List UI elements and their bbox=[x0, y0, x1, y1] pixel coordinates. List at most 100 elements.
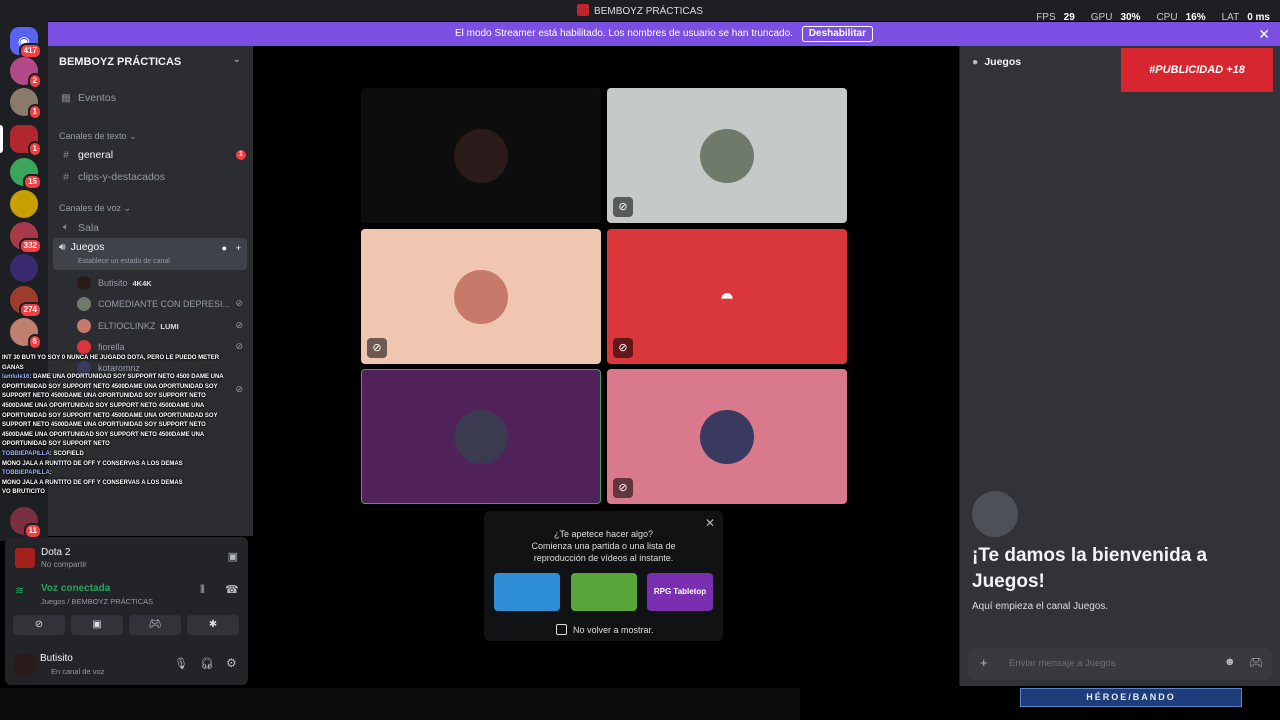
home-icon[interactable]: ◉ 417 bbox=[10, 27, 42, 59]
avatar bbox=[700, 128, 754, 183]
avatar bbox=[77, 276, 91, 290]
server-icon[interactable]: 274 bbox=[10, 286, 42, 318]
avatar bbox=[454, 128, 508, 183]
activity-card[interactable]: RPG Tabletop bbox=[647, 573, 713, 611]
close-icon[interactable]: ✕ bbox=[1258, 22, 1270, 46]
welcome-subtitle: Aquí empieza el canal Juegos. bbox=[972, 601, 1109, 612]
camera-off-button[interactable]: ⊘ bbox=[13, 615, 65, 635]
chat-bubble-icon bbox=[972, 491, 1018, 537]
channel-chat-panel: ● Juegos ¡Te damos la bienvenida a Juegos… bbox=[959, 46, 1280, 686]
events-item[interactable]: ▦ Eventos bbox=[59, 92, 116, 104]
stream-chat-overlay: INT 30 BUTI YO SOY 0 NUNCA HE JUGADO DOT… bbox=[2, 354, 232, 498]
channel-general[interactable]: # general bbox=[59, 149, 113, 161]
avatar bbox=[77, 340, 91, 354]
activity-card[interactable] bbox=[494, 573, 560, 611]
activity-card[interactable] bbox=[571, 573, 637, 611]
mic-muted-icon: ⊘ bbox=[367, 338, 387, 358]
mic-muted-icon: ⊘ bbox=[235, 384, 243, 394]
voice-channel-sala[interactable]: 🔈︎ Sala bbox=[59, 221, 99, 234]
participant-tile-speaking[interactable] bbox=[361, 369, 601, 504]
chat-bubble-icon: ● bbox=[972, 56, 979, 68]
chat-icon[interactable]: ● bbox=[222, 243, 227, 253]
speaker-icon: 🔈︎ bbox=[62, 221, 70, 233]
add-member-icon[interactable]: + bbox=[236, 243, 241, 253]
activities-button[interactable]: 🎮︎ bbox=[129, 615, 181, 635]
participant-tile[interactable]: ⊘ bbox=[361, 229, 601, 364]
mic-muted-icon: ⊘ bbox=[613, 338, 633, 358]
voice-member[interactable]: COMEDIANTE CON DEPRESI... bbox=[77, 296, 230, 312]
channel-status[interactable]: Establece un estado de canal bbox=[78, 258, 170, 265]
settings-gear-icon[interactable]: ⚙ bbox=[226, 656, 237, 670]
mic-muted-icon: ⊘ bbox=[235, 320, 243, 330]
chat-header: ● Juegos bbox=[972, 56, 1022, 68]
participant-tile[interactable] bbox=[361, 88, 601, 223]
noise-suppression-icon[interactable]: ⦀ bbox=[200, 584, 205, 597]
publicidad-badge: #PUBLICIDAD +18 bbox=[1121, 48, 1273, 92]
user-area[interactable]: Butisito En canal de voz 🎙︎ 🎧︎ ⚙ bbox=[13, 651, 243, 679]
checkbox[interactable] bbox=[556, 624, 567, 635]
server-icon[interactable]: 332 bbox=[10, 222, 42, 254]
voice-category[interactable]: Canales de voz ⌄ bbox=[59, 203, 131, 214]
dont-show-again[interactable]: No volver a mostrar. bbox=[556, 624, 654, 635]
mic-muted-icon: ⊘ bbox=[613, 197, 633, 217]
selected-server-pill bbox=[0, 125, 3, 153]
server-icon[interactable] bbox=[10, 190, 38, 218]
avatar bbox=[454, 269, 508, 324]
disable-streamer-button[interactable]: Deshabilitar bbox=[801, 26, 873, 42]
chevron-down-icon[interactable]: ⌄ bbox=[233, 54, 241, 65]
chat-line: TOBBIEPAPILLA: bbox=[2, 470, 52, 477]
channel-clips[interactable]: # clips-y-destacados bbox=[59, 171, 165, 183]
participant-tile[interactable]: ⊘ bbox=[607, 88, 847, 223]
taskbar bbox=[0, 688, 800, 720]
game-activity[interactable]: Dota 2 No compartir ▣ bbox=[15, 545, 240, 573]
mic-muted-icon: ⊘ bbox=[235, 298, 243, 308]
voice-member[interactable]: ELTIOCLINKZ LUMI bbox=[77, 318, 179, 334]
chat-line: TOBBIEPAPILLA: SCOFIELD bbox=[2, 450, 84, 457]
server-icon[interactable]: 1 bbox=[10, 88, 42, 120]
calendar-icon: ▦ bbox=[61, 92, 71, 104]
chat-line: lamlule16: DAME UNA OPORTUNIDAD SOY SUPP… bbox=[2, 374, 224, 448]
text-category[interactable]: Canales de texto ⌄ bbox=[59, 131, 137, 142]
plus-icon[interactable]: + bbox=[980, 655, 988, 670]
voice-panel: Dota 2 No compartir ▣ ≋ Voz conectada Ju… bbox=[5, 537, 248, 685]
avatar bbox=[454, 409, 508, 464]
avatar bbox=[13, 653, 37, 677]
dota-icon bbox=[15, 548, 35, 568]
streamer-mode-banner: El modo Streamer está habilitado. Los no… bbox=[48, 22, 1280, 46]
chat-line: VO BRUTICITO bbox=[2, 489, 45, 496]
emoji-icon[interactable]: ☻ bbox=[1224, 656, 1236, 668]
title-bar: BEMBOYZ PRÁCTICAS FPS 29 GPU 30% CPU 16% LA… bbox=[0, 0, 1280, 23]
voice-member[interactable]: Butisito 4K4K bbox=[77, 275, 152, 291]
share-screen-icon[interactable]: ▣ bbox=[228, 550, 238, 563]
participant-tile[interactable]: ⊘ bbox=[607, 369, 847, 504]
microphone-icon[interactable]: 🎙︎ bbox=[174, 657, 188, 670]
server-icon[interactable]: 11 bbox=[10, 507, 42, 539]
headphones-icon[interactable]: 🎧︎ bbox=[200, 657, 214, 670]
participant-tile[interactable]: ◓ ⊘ bbox=[607, 229, 847, 364]
voice-member[interactable]: fiorella bbox=[77, 339, 125, 355]
voice-channel-juegos[interactable]: 🔊︎ Juegos Establece un estado de canal ● … bbox=[53, 238, 247, 270]
speaker-icon: 🔊︎ bbox=[59, 241, 66, 253]
server-icon[interactable] bbox=[10, 254, 38, 282]
message-input[interactable]: + Enviar mensaje a Juegos ☻ 🎮︎ bbox=[968, 648, 1272, 680]
chat-line: INT 30 BUTI YO SOY 0 NUNCA HE JUGADO DOT… bbox=[2, 355, 220, 371]
server-name[interactable]: BEMBOYZ PRÁCTICAS bbox=[59, 56, 181, 68]
server-icon[interactable]: 15 bbox=[10, 158, 42, 190]
soundboard-button[interactable]: ✱ bbox=[187, 615, 239, 635]
server-icon[interactable]: 1 bbox=[10, 125, 42, 157]
hero-bando-label: HÉROE/BANDO bbox=[1020, 688, 1242, 707]
banner-text: El modo Streamer está habilitado. Los no… bbox=[454, 28, 793, 39]
share-screen-button[interactable]: ▣ bbox=[71, 615, 123, 635]
activity-popup: ✕ ¿Te apetece hacer algo? Comienza una p… bbox=[484, 511, 723, 641]
avatar bbox=[700, 409, 754, 464]
unread-badge: 1 bbox=[236, 150, 246, 160]
signal-icon[interactable]: ≋ bbox=[15, 584, 24, 597]
server-icon[interactable]: 2 bbox=[10, 57, 42, 89]
window-title-text: BEMBOYZ PRÁCTICAS bbox=[594, 6, 703, 17]
disconnect-icon[interactable]: ☎ bbox=[225, 583, 239, 596]
chat-line: MONO JALA A RUNTITO DE OFF Y CONSERVAS A… bbox=[2, 479, 183, 486]
mic-muted-icon: ⊘ bbox=[613, 478, 633, 498]
avatar bbox=[77, 297, 91, 311]
gamepad-icon[interactable]: 🎮︎ bbox=[1249, 656, 1263, 669]
server-icon[interactable]: 6 bbox=[10, 318, 42, 350]
